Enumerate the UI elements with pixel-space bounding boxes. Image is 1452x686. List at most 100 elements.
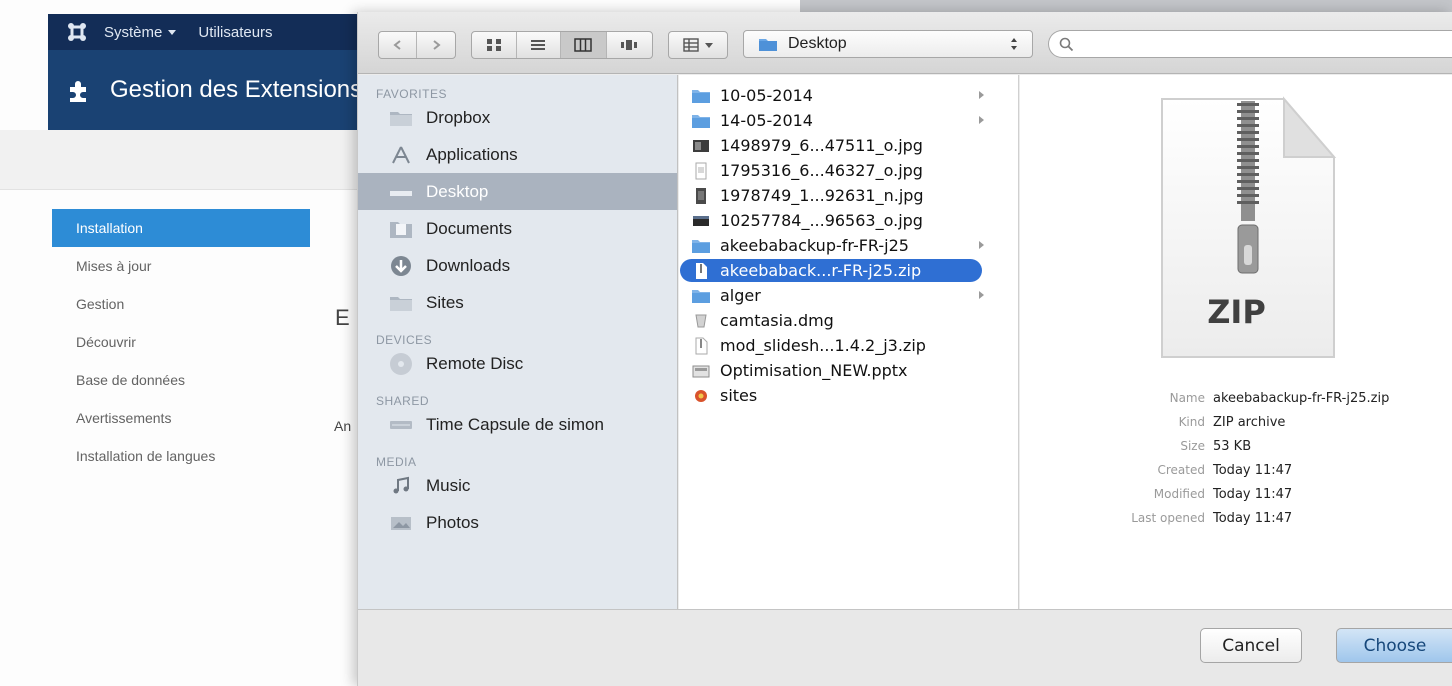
file-open-dialog: Desktop FAVORITES Dropbox Applications D… — [357, 12, 1452, 686]
icon-view-button[interactable] — [472, 32, 517, 58]
sidebar-item-label: Sites — [426, 292, 464, 312]
sidebar-section-favorites: FAVORITES — [376, 87, 447, 101]
info-key: Last opened — [1131, 511, 1205, 525]
forward-button[interactable] — [417, 32, 455, 58]
image-thumbnail-icon — [691, 187, 711, 204]
sidebar-section-shared: SHARED — [376, 394, 430, 408]
sidebar-item-desktop[interactable]: Desktop — [358, 173, 677, 210]
location-label: Desktop — [788, 35, 847, 52]
sidebar-item-gestion[interactable]: Gestion — [52, 285, 310, 323]
file-row-14-05-2014[interactable]: 14-05-2014 — [679, 108, 1018, 133]
file-name: 1795316_6...46327_o.jpg — [720, 161, 923, 180]
chevron-left-icon — [392, 40, 401, 50]
choose-button[interactable]: Choose — [1336, 628, 1452, 663]
sidebar-item-label: Time Capsule de simon — [426, 414, 604, 434]
sidebar-item-sites[interactable]: Sites — [358, 284, 677, 321]
photos-icon — [388, 512, 414, 534]
file-row-camtasia-dmg[interactable]: camtasia.dmg — [679, 308, 1018, 333]
sidebar-item-photos[interactable]: Photos — [358, 504, 677, 541]
arrange-button[interactable] — [668, 31, 728, 59]
search-icon — [1059, 37, 1074, 52]
file-name: alger — [720, 286, 761, 305]
sidebar-item-label: Applications — [426, 144, 518, 164]
sidebar-item-dropbox[interactable]: Dropbox — [358, 99, 677, 136]
time-capsule-icon — [388, 414, 414, 436]
location-popup[interactable]: Desktop — [743, 30, 1033, 58]
file-row-jpg-1498979[interactable]: 1498979_6...47511_o.jpg — [679, 133, 1018, 158]
search-field[interactable] — [1048, 30, 1452, 58]
file-name: 10257784_...96563_o.jpg — [720, 211, 923, 230]
puzzle-icon — [70, 81, 86, 102]
downloads-icon — [388, 255, 414, 277]
info-key: Modified — [1153, 487, 1205, 501]
cover-flow-button[interactable] — [607, 32, 652, 58]
file-name: mod_slidesh...1.4.2_j3.zip — [720, 336, 926, 355]
sidebar-item-label: Desktop — [426, 181, 489, 201]
chevron-right-icon — [433, 40, 441, 50]
sidebar-item-decouvrir[interactable]: Découvrir — [52, 323, 310, 361]
sidebar-item-downloads[interactable]: Downloads — [358, 247, 677, 284]
applications-icon — [388, 144, 414, 166]
desktop-icon — [388, 181, 414, 203]
file-row-10-05-2014[interactable]: 10-05-2014 — [679, 83, 1018, 108]
menu-utilisateurs[interactable]: Utilisateurs — [198, 24, 272, 41]
desktop-folder-icon — [759, 39, 777, 51]
info-value: akeebabackup-fr-FR-j25.zip — [1213, 390, 1390, 406]
back-button[interactable] — [379, 32, 418, 58]
sidebar-item-documents[interactable]: Documents — [358, 210, 677, 247]
file-name: 14-05-2014 — [720, 111, 813, 130]
sidebar-item-label: Photos — [426, 512, 479, 532]
sidebar-item-base-de-donnees[interactable]: Base de données — [52, 361, 310, 399]
info-row-name: Name akeebabackup-fr-FR-j25.zip — [1020, 386, 1452, 410]
sidebar-item-applications[interactable]: Applications — [358, 136, 677, 173]
sidebar-section-devices: DEVICES — [376, 333, 433, 347]
column-view-button[interactable] — [561, 32, 607, 58]
sidebar-section-media: MEDIA — [376, 455, 417, 469]
file-row-jpg-1978749[interactable]: 1978749_1...92631_n.jpg — [679, 183, 1018, 208]
sidebar-item-installation[interactable]: Installation — [52, 209, 310, 247]
list-view-button[interactable] — [517, 32, 562, 58]
sidebar-item-label: Remote Disc — [426, 353, 524, 373]
icon-view-icon — [486, 39, 501, 51]
file-row-sites[interactable]: sites — [679, 383, 1018, 408]
file-row-optimisation-pptx[interactable]: Optimisation_NEW.pptx — [679, 358, 1018, 383]
app-icon — [691, 387, 711, 404]
cancel-button[interactable]: Cancel — [1200, 628, 1302, 663]
menu-systeme[interactable]: Système — [104, 23, 177, 41]
folder-icon — [691, 287, 711, 304]
file-name: camtasia.dmg — [720, 311, 834, 330]
info-value: Today 11:47 — [1213, 462, 1293, 478]
file-name: 1498979_6...47511_o.jpg — [720, 136, 923, 155]
file-row-mod-slideshow-zip[interactable]: mod_slidesh...1.4.2_j3.zip — [679, 333, 1018, 358]
file-row-jpg-10257784[interactable]: 10257784_...96563_o.jpg — [679, 208, 1018, 233]
joomla-sidebar: Installation Mises à jour Gestion Découv… — [52, 209, 310, 475]
sidebar-item-mises-a-jour[interactable]: Mises à jour — [52, 247, 310, 285]
file-name: 10-05-2014 — [720, 86, 813, 105]
folder-icon — [691, 87, 711, 104]
popup-arrows-icon — [1011, 38, 1017, 50]
sidebar-item-installation-de-langues[interactable]: Installation de langues — [52, 437, 310, 475]
info-key: Kind — [1178, 415, 1205, 429]
sidebar-item-remote-disc[interactable]: Remote Disc — [358, 345, 677, 382]
info-row-kind: Kind ZIP archive — [1020, 410, 1452, 434]
joomla-logo-icon — [66, 21, 88, 43]
file-row-alger[interactable]: alger — [679, 283, 1018, 308]
chevron-down-icon — [168, 29, 177, 35]
cover-flow-icon — [621, 40, 638, 50]
info-value: Today 11:47 — [1213, 510, 1293, 526]
image-thumbnail-icon — [691, 212, 711, 229]
file-name: Optimisation_NEW.pptx — [720, 361, 908, 380]
menu-systeme-label: Système — [104, 23, 163, 41]
disclosure-arrow-icon — [979, 291, 984, 299]
sidebar-item-time-capsule[interactable]: Time Capsule de simon — [358, 406, 677, 443]
file-row-akeebabackup-zip[interactable]: akeebaback...r-FR-j25.zip — [679, 258, 1018, 283]
file-name: akeebabackup-fr-FR-j25 — [720, 236, 909, 255]
info-value: ZIP archive — [1213, 414, 1286, 430]
file-row-akeebabackup-folder[interactable]: akeebabackup-fr-FR-j25 — [679, 233, 1018, 258]
file-row-jpg-1795316[interactable]: 1795316_6...46327_o.jpg — [679, 158, 1018, 183]
sidebar-item-music[interactable]: Music — [358, 467, 677, 504]
sidebar-item-avertissements[interactable]: Avertissements — [52, 399, 310, 437]
file-info-table: Name akeebabackup-fr-FR-j25.zip Kind ZIP… — [1020, 386, 1452, 530]
info-row-modified: Modified Today 11:47 — [1020, 482, 1452, 506]
file-name: akeebaback...r-FR-j25.zip — [720, 261, 922, 280]
